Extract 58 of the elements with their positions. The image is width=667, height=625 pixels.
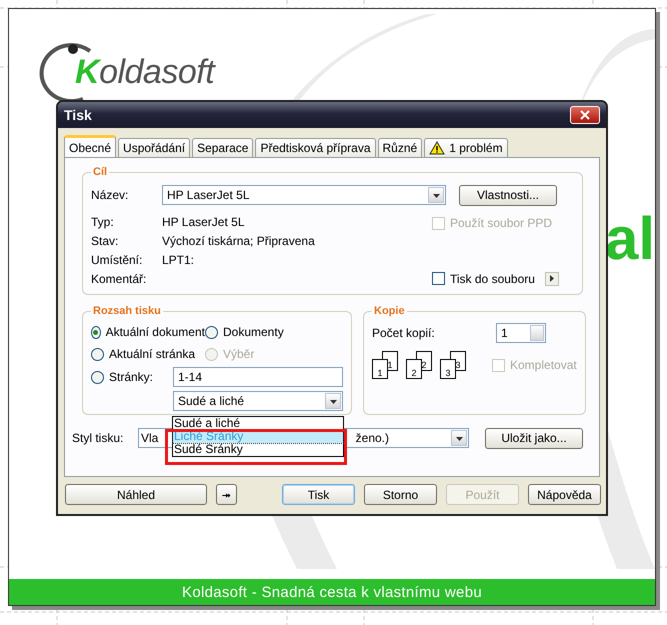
dropdown-option[interactable]: Sudé a liché xyxy=(173,417,343,430)
radio-label: Výběr xyxy=(223,347,254,361)
tab[interactable]: Separace xyxy=(192,138,254,157)
field-label: Název: xyxy=(91,188,130,202)
close-icon xyxy=(580,110,590,120)
field-label: Počet kopií: xyxy=(372,326,436,340)
info-label: Umístění: xyxy=(91,252,144,266)
info-label: Komentář: xyxy=(91,272,148,286)
caret-down-icon xyxy=(330,398,336,404)
warning-icon xyxy=(429,141,446,155)
radio-button[interactable] xyxy=(205,326,218,338)
checkbox-label: Kompletovat xyxy=(510,358,577,372)
group-title: Rozsah tisku xyxy=(92,305,162,317)
checkbox-label: Použít soubor PPD xyxy=(450,216,552,230)
dialog-button[interactable]: Storno xyxy=(364,484,437,505)
pages-field[interactable]: 1-14 xyxy=(173,367,343,387)
info-value: Výchozí tiskárna; Připravena xyxy=(162,234,315,248)
info-value: LPT1: xyxy=(162,252,194,266)
tab[interactable]: Obecné xyxy=(64,135,116,157)
parity-dropdown[interactable]: Sudé a liché xyxy=(173,391,343,411)
radio-button[interactable] xyxy=(91,326,101,338)
info-label: Typ: xyxy=(91,214,115,228)
caret-down-icon xyxy=(456,434,462,442)
dialog-button[interactable]: Nápověda xyxy=(528,484,601,505)
tab[interactable]: Uspořádání xyxy=(118,138,190,157)
printer-dropdown[interactable]: HP LaserJet 5L xyxy=(162,185,446,205)
style-value-start: Vla xyxy=(141,431,158,445)
tab[interactable]: Předtisková příprava xyxy=(255,138,376,157)
more-button[interactable] xyxy=(544,272,559,286)
radio-label: Aktuální dokument xyxy=(106,325,205,339)
properties-button[interactable]: Vlastnosti... xyxy=(459,184,557,206)
footer-text: Koldasoft - Snadná cesta k vlastnímu webu xyxy=(9,579,655,605)
radio-label: Dokumenty xyxy=(223,325,284,339)
save-as-button[interactable]: Uložit jako... xyxy=(485,428,583,448)
radio-button[interactable] xyxy=(91,348,104,360)
background-text: al xyxy=(605,204,656,273)
radio-button[interactable] xyxy=(91,370,104,384)
group-title: Kopie xyxy=(373,305,406,317)
tab[interactable]: 1 problém xyxy=(424,138,508,157)
info-label: Stav: xyxy=(91,234,120,248)
info-value: HP LaserJet 5L xyxy=(162,214,244,228)
style-value-end: ženo.) xyxy=(356,431,389,445)
close-button[interactable] xyxy=(570,106,600,124)
field-label: Styl tisku: xyxy=(72,431,124,445)
group-title: Cíl xyxy=(92,166,108,178)
logo-text: Koldasoft xyxy=(75,52,214,92)
caret-down-icon xyxy=(432,192,440,198)
radio-label: Stránky: xyxy=(109,370,154,384)
dialog-button[interactable]: Tisk xyxy=(282,484,355,505)
caret-right-icon xyxy=(548,275,556,282)
copies-spinner[interactable]: 1 xyxy=(496,323,546,343)
checkbox[interactable] xyxy=(432,272,445,285)
tab[interactable]: Různé xyxy=(378,138,422,157)
dialog-button[interactable]: Náhled xyxy=(65,484,207,505)
window-title: Tisk xyxy=(64,107,92,123)
checkbox-label: Tisk do souboru xyxy=(450,272,535,286)
forward-button[interactable]: ⯮ xyxy=(216,484,237,505)
radio-label: Aktuální stránka xyxy=(109,347,196,361)
